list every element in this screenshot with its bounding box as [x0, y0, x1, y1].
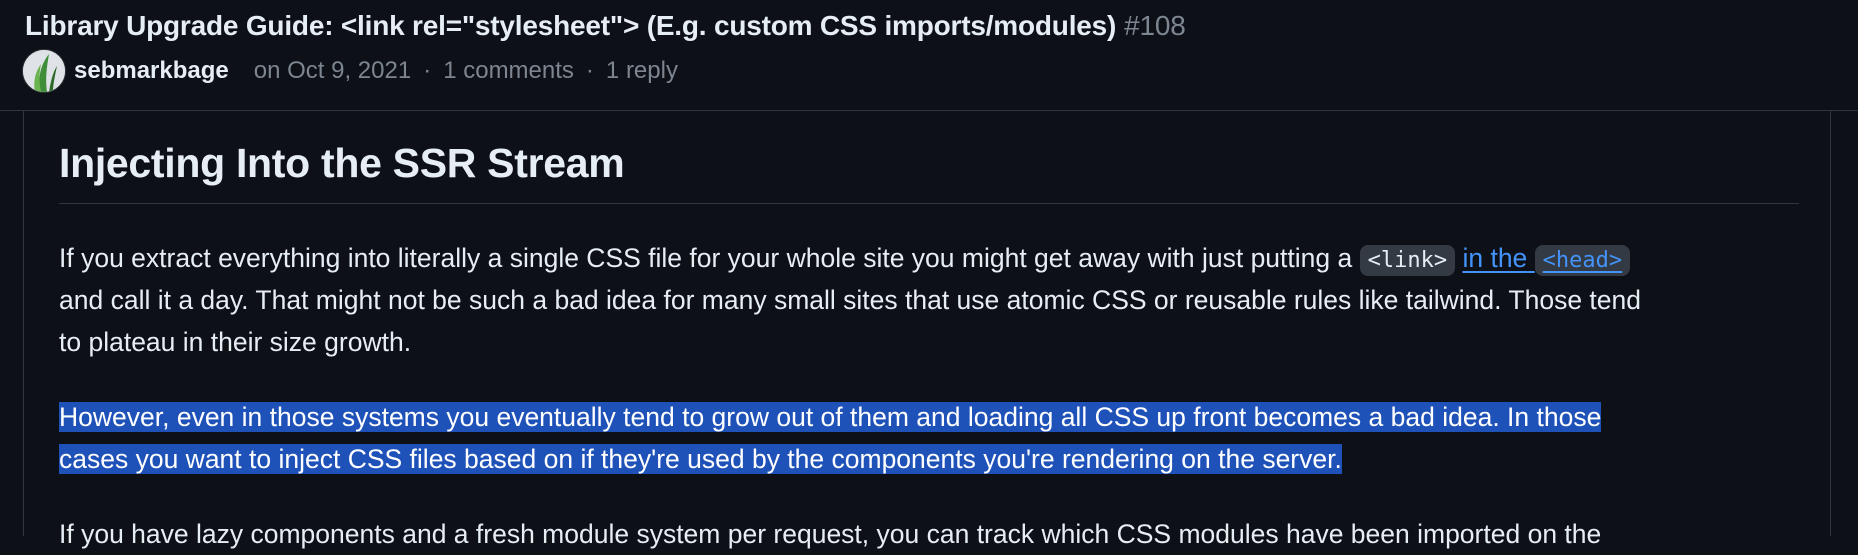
- discussion-body: Injecting Into the SSR Stream If you ext…: [0, 111, 1858, 549]
- post-date[interactable]: on Oct 9, 2021: [254, 57, 411, 85]
- timeline-rule: [23, 111, 24, 536]
- inline-code-link[interactable]: <head>: [1534, 245, 1631, 276]
- heading-divider: [59, 203, 1799, 204]
- author-link[interactable]: sebmarkbage: [74, 57, 229, 85]
- paragraph-line: If you extract everything into literally…: [59, 237, 1631, 282]
- selected-text: However, even in those systems you event…: [59, 402, 1602, 432]
- separator: ·: [423, 57, 432, 84]
- inline-code: <link>: [1359, 245, 1456, 276]
- selected-text: cases you want to inject CSS files based…: [59, 444, 1342, 474]
- selected-paragraph-line: cases you want to inject CSS files based…: [59, 438, 1342, 480]
- paragraph-text: If you extract everything into literally…: [59, 243, 1360, 273]
- timeline-rule: [1830, 111, 1831, 536]
- link-text[interactable]: in the: [1462, 243, 1527, 273]
- avatar-image-icon: [23, 50, 65, 92]
- discussion-meta: sebmarkbage on Oct 9, 2021 · 1 comments …: [22, 49, 678, 93]
- paragraph-line: to plateau in their size growth.: [59, 327, 412, 357]
- discussion-title-text: Library Upgrade Guide: <link rel="styles…: [25, 10, 1117, 41]
- selected-paragraph-line: However, even in those systems you event…: [59, 396, 1602, 438]
- separator: ·: [585, 57, 594, 84]
- comments-count: 1 comments: [443, 57, 574, 84]
- discussion-header: Library Upgrade Guide: <link rel="styles…: [0, 0, 1858, 111]
- discussion-number: #108: [1124, 10, 1186, 41]
- avatar[interactable]: [22, 49, 66, 93]
- paragraph-line: If you have lazy components and a fresh …: [59, 519, 1602, 549]
- in-the-head-link[interactable]: in the <head>: [1462, 243, 1631, 276]
- replies-count: 1 reply: [605, 57, 678, 84]
- discussion-title: Library Upgrade Guide: <link rel="styles…: [25, 10, 1186, 42]
- section-heading: Injecting Into the SSR Stream: [59, 140, 625, 186]
- paragraph-line: and call it a day. That might not be suc…: [59, 285, 1641, 315]
